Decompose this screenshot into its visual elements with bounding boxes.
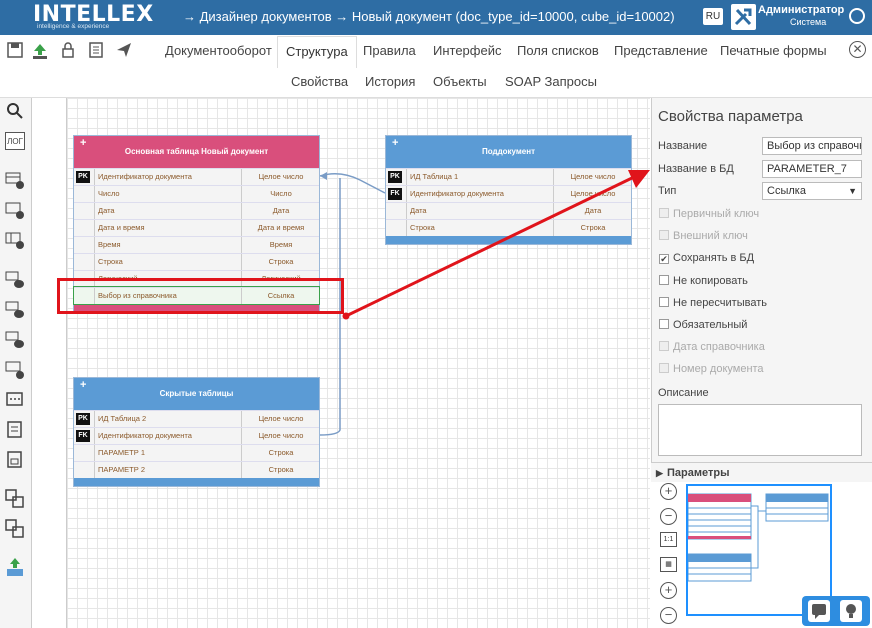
- dbname-input[interactable]: PARAMETER_7: [762, 160, 862, 178]
- checkbox-label: Дата справочника: [673, 341, 765, 354]
- checkbox[interactable]: [659, 363, 669, 374]
- checkbox[interactable]: [659, 274, 669, 285]
- properties-panel: Свойства параметра Название Выбор из спр…: [651, 98, 872, 463]
- grid-toggle-icon[interactable]: ▦: [660, 557, 677, 572]
- checkbox-label: Номер документа: [673, 363, 764, 376]
- checkbox-field[interactable]: Дата справочника: [659, 341, 765, 353]
- checkbox-label: Не копировать: [673, 274, 748, 287]
- checkbox-label: Первичный ключ: [673, 208, 760, 220]
- panel-title: Свойства параметра: [658, 108, 803, 125]
- checkbox-field[interactable]: Номер документа: [659, 363, 764, 375]
- checkbox[interactable]: [659, 230, 669, 241]
- checkbox[interactable]: [659, 208, 669, 218]
- zoom-out-icon[interactable]: −: [660, 607, 677, 624]
- checkbox-field[interactable]: Внешний ключ: [659, 230, 748, 242]
- zoom-out-icon[interactable]: −: [660, 508, 677, 525]
- checkbox-field[interactable]: Не копировать: [659, 274, 748, 287]
- checkbox[interactable]: ✔: [659, 254, 669, 265]
- zoom-in-icon[interactable]: +: [660, 582, 677, 599]
- parameters-section[interactable]: ▶ Параметры: [651, 462, 872, 482]
- name-label: Название: [658, 140, 708, 152]
- checkbox-label: Сохранять в БД: [673, 252, 755, 265]
- type-select[interactable]: Ссылка ▼: [762, 182, 862, 200]
- zoom-reset-button[interactable]: 1:1: [660, 532, 677, 547]
- checkbox-field[interactable]: ✔ Сохранять в БД: [659, 252, 755, 265]
- type-label: Тип: [658, 185, 677, 197]
- checkbox-field[interactable]: Обязательный: [659, 319, 747, 331]
- type-value: Ссылка: [767, 185, 806, 197]
- checkbox-field[interactable]: Не пересчитывать: [659, 296, 767, 309]
- checkbox-label: Внешний ключ: [673, 230, 748, 243]
- checkbox-label: Обязательный: [673, 319, 748, 331]
- chevron-right-icon: ▶: [656, 468, 663, 478]
- checkbox-label: Не пересчитывать: [673, 296, 767, 309]
- description-label: Описание: [658, 387, 709, 399]
- chevron-down-icon: ▼: [848, 186, 857, 196]
- checkbox[interactable]: [659, 319, 669, 329]
- checkbox[interactable]: [659, 296, 669, 307]
- parameters-label: Параметры: [667, 467, 730, 479]
- zoom-in-icon[interactable]: +: [660, 483, 677, 500]
- dbname-label: Название в БД: [658, 163, 734, 175]
- description-textarea[interactable]: [658, 404, 862, 456]
- chat-icon[interactable]: [808, 600, 830, 622]
- name-input[interactable]: Выбор из справочника: [762, 137, 862, 155]
- checkbox-field[interactable]: Первичный ключ: [659, 208, 759, 220]
- lightbulb-icon[interactable]: [840, 600, 862, 622]
- checkbox[interactable]: [659, 341, 669, 352]
- support-buttons: [802, 596, 870, 626]
